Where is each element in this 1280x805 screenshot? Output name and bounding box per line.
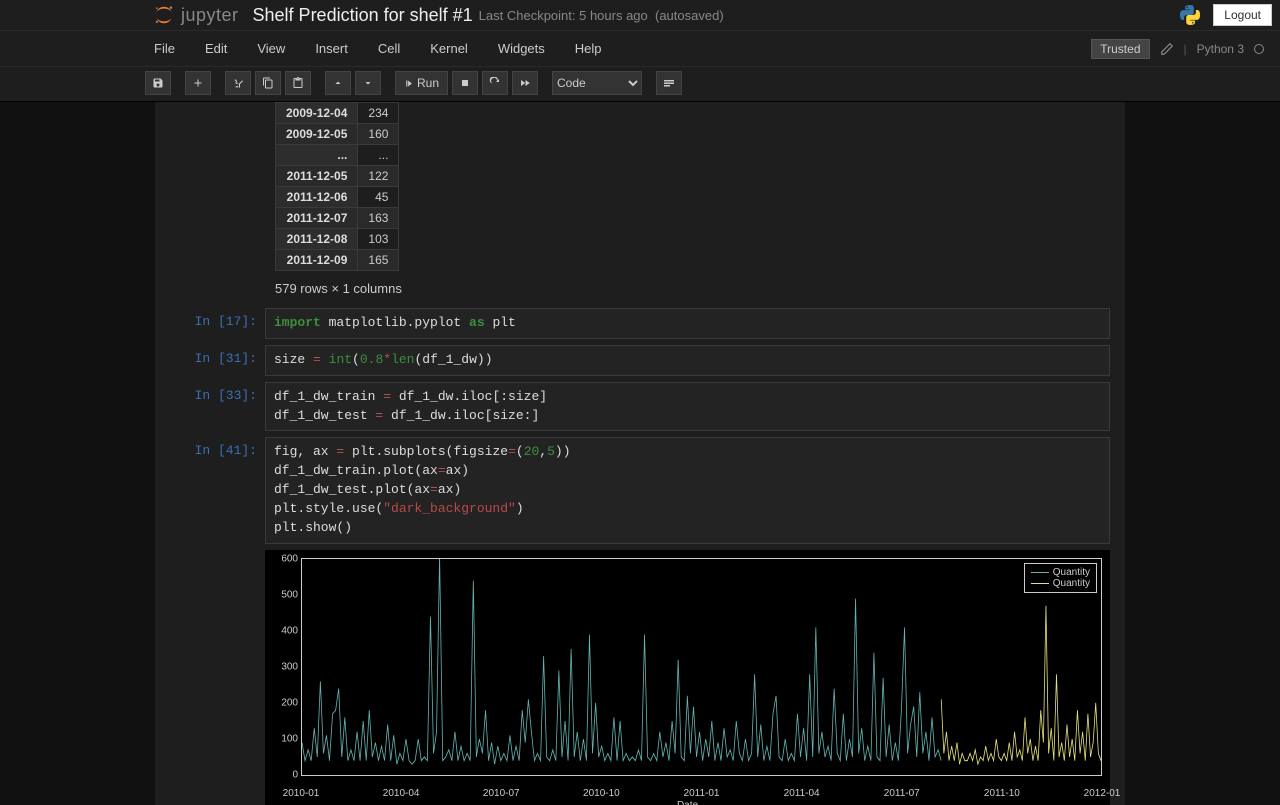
table-row: 2011-12-08103: [276, 229, 399, 250]
prompt: In [33]:: [170, 382, 265, 432]
x-axis-label: Date: [273, 798, 1102, 805]
legend: Quantity Quantity: [1024, 563, 1097, 593]
add-cell-button[interactable]: [185, 71, 211, 95]
code-cell[interactable]: df_1_dw_train = df_1_dw.iloc[:size] df_1…: [265, 382, 1110, 432]
cut-button[interactable]: [225, 71, 251, 95]
notebook-name[interactable]: Shelf Prediction for shelf #1: [253, 5, 473, 26]
move-up-button[interactable]: [325, 71, 351, 95]
jupyter-logo: [153, 4, 175, 26]
table-row: 2011-12-0645: [276, 187, 399, 208]
python-logo-icon: [1177, 5, 1203, 25]
kernel-status-icon: [1254, 44, 1264, 54]
run-button[interactable]: Run: [395, 71, 448, 95]
paste-button[interactable]: [285, 71, 311, 95]
menu-insert[interactable]: Insert: [311, 35, 352, 62]
code-cell[interactable]: size = int(0.8*len(df_1_dw)): [265, 345, 1110, 376]
move-down-button[interactable]: [355, 71, 381, 95]
table-row: 2011-12-05122: [276, 166, 399, 187]
trusted-badge[interactable]: Trusted: [1091, 39, 1149, 59]
save-button[interactable]: [145, 71, 171, 95]
table-row: 2011-12-07163: [276, 208, 399, 229]
menu-help[interactable]: Help: [571, 35, 606, 62]
logout-button[interactable]: Logout: [1213, 4, 1272, 26]
copy-button[interactable]: [255, 71, 281, 95]
dataframe-summary: 579 rows × 1 columns: [275, 281, 1110, 296]
dataframe-output: 2009-12-042342009-12-05160......2011-12-…: [275, 102, 399, 271]
celltype-select[interactable]: Code: [552, 71, 642, 95]
menu-kernel[interactable]: Kernel: [426, 35, 472, 62]
prompt: In [41]:: [170, 437, 265, 543]
restart-button[interactable]: [482, 71, 508, 95]
prompt: In [17]:: [170, 308, 265, 339]
interrupt-button[interactable]: [452, 71, 478, 95]
menu-cell[interactable]: Cell: [374, 35, 404, 62]
restart-run-all-button[interactable]: [512, 71, 538, 95]
jupyter-text: jupyter: [181, 5, 239, 26]
menu-bar: File Edit View Insert Cell Kernel Widgets Help: [150, 35, 606, 62]
menu-view[interactable]: View: [253, 35, 289, 62]
menu-edit[interactable]: Edit: [201, 35, 231, 62]
menu-file[interactable]: File: [150, 35, 179, 62]
kernel-name[interactable]: Python 3: [1197, 42, 1244, 56]
edit-icon[interactable]: [1160, 42, 1174, 56]
table-row: 2011-12-09165: [276, 250, 399, 271]
table-row: ......: [276, 145, 399, 166]
code-cell[interactable]: fig, ax = plt.subplots(figsize=(20,5)) d…: [265, 437, 1110, 543]
table-row: 2009-12-05160: [276, 124, 399, 145]
plot-output: Quantity Quantity 0100200300400500600 20…: [265, 550, 1110, 805]
code-cell[interactable]: import matplotlib.pyplot as plt: [265, 308, 1110, 339]
menu-widgets[interactable]: Widgets: [494, 35, 549, 62]
checkpoint-text: Last Checkpoint: 5 hours ago (autosaved): [479, 8, 724, 23]
prompt: In [31]:: [170, 345, 265, 376]
command-palette-button[interactable]: [656, 71, 682, 95]
table-row: 2009-12-04234: [276, 103, 399, 124]
